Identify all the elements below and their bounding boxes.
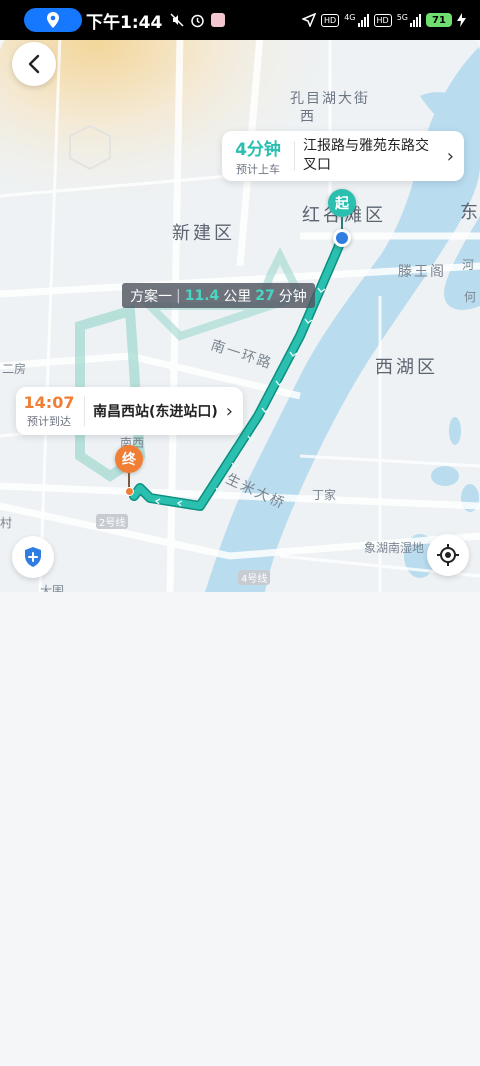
- divider: |: [176, 287, 181, 304]
- map-label-line2: 2号线: [96, 514, 129, 529]
- route-duration: 27: [255, 287, 275, 304]
- pickup-address: 江报路与雅苑东路交叉口: [303, 138, 429, 173]
- map-label-line4: 4号线: [238, 570, 271, 585]
- map-label-he2: 河: [462, 258, 475, 272]
- map-label-wetland: 象湖南湿地: [364, 541, 425, 555]
- route-distance: 11.4: [184, 287, 220, 304]
- crosshair-icon: [437, 544, 459, 566]
- shield-icon: [25, 547, 41, 567]
- arrival-time: 14:07: [23, 393, 75, 412]
- chevron-right-icon: ›: [446, 145, 454, 167]
- location-icon: [47, 12, 59, 28]
- signal-icon-2: [410, 13, 421, 27]
- locate-me-button[interactable]: [427, 534, 469, 576]
- app-icon: [211, 13, 226, 27]
- navigation-icon: [302, 13, 317, 27]
- map-canvas: [0, 36, 480, 592]
- map-label-xinjian: 新建区: [172, 223, 235, 244]
- network-5g: 5G: [396, 13, 408, 22]
- map-label-west: 西: [300, 109, 316, 125]
- end-marker: 终: [115, 445, 143, 496]
- destination-name: 南昌西站(东进站口): [93, 404, 218, 420]
- map-label-dawei: 大围: [40, 584, 65, 592]
- route-plan-label: 方案一: [130, 288, 172, 305]
- hd-badge-1: HD: [321, 13, 340, 27]
- map-label-cun: 村: [0, 516, 13, 530]
- status-time: 下午1:44: [86, 12, 163, 33]
- current-location-dot: [333, 229, 351, 247]
- status-bar: 下午1:44 HD 4G HD 5G 71: [0, 0, 480, 40]
- map-label-dingjia: 丁家: [312, 488, 337, 502]
- map-label-kongmu: 孔目湖大街: [290, 91, 370, 107]
- map-label-he: 何: [464, 290, 477, 304]
- route-summary-tag[interactable]: 方案一 | 11.4 公里 27 分钟: [122, 283, 315, 308]
- destination-card[interactable]: 14:07 预计到达 南昌西站(东进站口) ›: [16, 387, 243, 435]
- arrival-label: 预计到达: [27, 415, 71, 428]
- map-label-erfang: 二房: [2, 362, 27, 376]
- signal-icon: [357, 13, 369, 27]
- bottom-panel: [0, 592, 480, 1066]
- arrival-eta: 14:07 预计到达: [22, 393, 76, 429]
- map-label-east: 东: [460, 202, 480, 223]
- map-view[interactable]: 孔目湖大街 西 新建区 红谷滩区 东 滕王阁 何 河 南一环路 西湖区 二房 生…: [0, 36, 480, 592]
- network-4g: 4G: [344, 13, 356, 22]
- chevron-left-icon: [28, 54, 40, 74]
- start-marker-label: 起: [328, 189, 356, 217]
- back-button[interactable]: [12, 42, 56, 86]
- safety-button[interactable]: [12, 536, 54, 578]
- map-label-tengwang: 滕王阁: [398, 264, 446, 280]
- pickup-eta: 4分钟 预计上车: [230, 135, 286, 177]
- pickup-point-card[interactable]: 4分钟 预计上车 江报路与雅苑东路交叉口 ›: [222, 131, 464, 181]
- location-pill[interactable]: [24, 8, 82, 32]
- chevron-right-icon: ›: [225, 400, 233, 422]
- divider: [294, 141, 295, 171]
- mute-icon: [170, 13, 184, 27]
- pickup-eta-label: 预计上车: [236, 163, 280, 176]
- alarm-icon: [191, 14, 205, 27]
- charging-icon: [457, 13, 466, 27]
- pickup-eta-value: 4分钟: [235, 140, 281, 160]
- map-label-xihu: 西湖区: [375, 357, 438, 378]
- start-marker: 起: [328, 189, 356, 231]
- end-marker-dot: [124, 487, 134, 496]
- divider: [84, 396, 85, 426]
- route-distance-unit: 公里: [223, 288, 252, 305]
- route-duration-unit: 分钟: [278, 288, 307, 305]
- hd-badge-2: HD: [373, 13, 392, 27]
- end-marker-label: 终: [115, 445, 143, 473]
- battery-indicator: 71: [426, 13, 452, 27]
